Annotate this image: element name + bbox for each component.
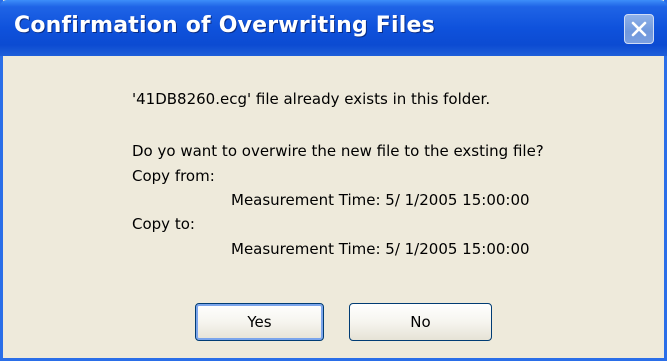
yes-button[interactable]: Yes bbox=[195, 303, 324, 341]
dialog-title: Confirmation of Overwriting Files bbox=[14, 13, 435, 38]
confirmation-dialog: Confirmation of Overwriting Files '41DB8… bbox=[0, 0, 667, 361]
copy-from-label: Copy from: bbox=[132, 167, 215, 185]
overwrite-question: Do yo want to overwire the new file to t… bbox=[132, 142, 544, 160]
copy-to-value: Measurement Time: 5/ 1/2005 15:00:00 bbox=[231, 240, 530, 258]
title-bar[interactable]: Confirmation of Overwriting Files bbox=[0, 0, 667, 56]
copy-to-label: Copy to: bbox=[132, 215, 195, 233]
no-button-label: No bbox=[410, 313, 431, 331]
close-button[interactable] bbox=[624, 14, 654, 44]
no-button[interactable]: No bbox=[349, 303, 492, 341]
yes-button-label: Yes bbox=[247, 313, 272, 331]
copy-from-value: Measurement Time: 5/ 1/2005 15:00:00 bbox=[231, 191, 530, 209]
close-icon bbox=[630, 20, 648, 38]
file-exists-message: '41DB8260.ecg' file already exists in th… bbox=[132, 90, 491, 108]
